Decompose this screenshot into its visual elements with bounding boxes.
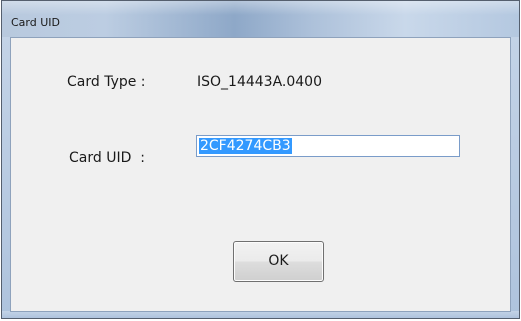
window-frame-right — [510, 37, 519, 318]
ok-button[interactable]: OK — [233, 241, 324, 282]
title-bar[interactable]: Card UID — [2, 1, 519, 37]
window-frame-bottom — [2, 311, 519, 318]
card-uid-dialog: Card UID Card Type : ISO_14443A.0400 Car… — [1, 0, 520, 319]
card-type-value: ISO_14443A.0400 — [197, 74, 322, 90]
card-type-label: Card Type : — [67, 74, 146, 90]
window-title: Card UID — [11, 16, 60, 29]
window-frame-left — [2, 37, 10, 318]
card-uid-selected-text: 2CF4274CB3 — [199, 138, 292, 154]
card-uid-label: Card UID : — [69, 150, 145, 166]
card-uid-field[interactable]: 2CF4274CB3 — [196, 135, 460, 157]
dialog-body: Card Type : ISO_14443A.0400 Card UID : 2… — [10, 37, 511, 312]
